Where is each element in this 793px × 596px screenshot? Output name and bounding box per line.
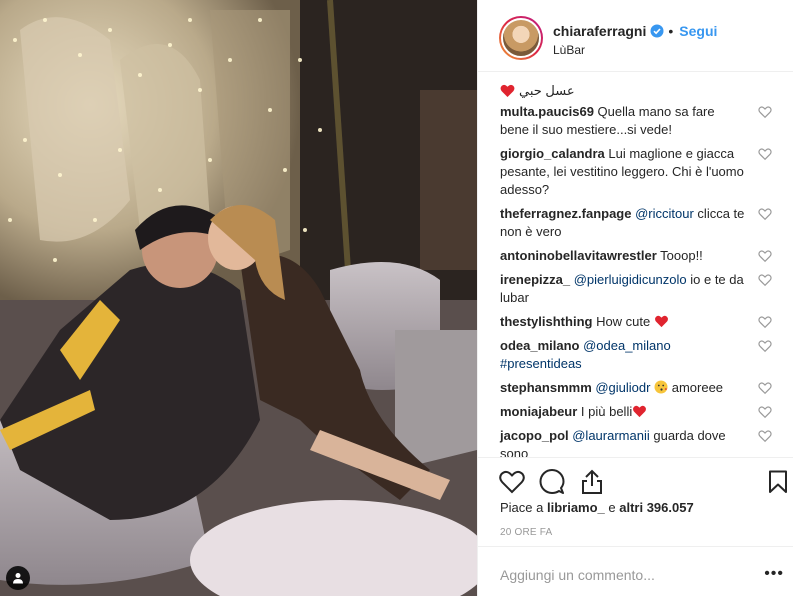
comment-item: odea_milano @odea_milano #presentideas (500, 337, 772, 373)
comment-hashtag[interactable]: #presentideas (500, 356, 582, 371)
heart-icon (499, 470, 525, 494)
avatar[interactable] (499, 16, 543, 60)
comment-item: antoninobellavitawrestler Tooop!! (500, 247, 772, 265)
more-options-button[interactable]: ••• (764, 565, 784, 583)
comment-item: moniajabeur I più belli (500, 403, 772, 421)
comment-username[interactable]: irenepizza_ (500, 272, 570, 287)
post-username[interactable]: chiaraferragni (553, 23, 646, 39)
person-icon (13, 573, 23, 584)
like-comment-heart-icon[interactable] (758, 429, 772, 443)
comment-text: I più belli (577, 404, 633, 419)
comment-mention[interactable]: @laurarmanii (569, 428, 650, 443)
comment-text: How cute (592, 314, 654, 329)
comment-username[interactable]: moniajabeur (500, 404, 577, 419)
comment-item: irenepizza_ @pierluigidicunzolo io e te … (500, 271, 772, 307)
follow-button[interactable]: Segui (679, 23, 717, 39)
comment-item: thestylishthing How cute (500, 313, 772, 331)
separator-dot: • (668, 23, 674, 39)
likes-count[interactable]: altri 396.057 (619, 500, 693, 515)
comment-username[interactable]: multa.paucis69 (500, 104, 594, 119)
post-timestamp[interactable]: 20 ORE FA (500, 527, 552, 538)
likes-prefix: Piace a (500, 500, 547, 515)
comment-username[interactable]: theferragnez.fanpage (500, 206, 631, 221)
like-comment-heart-icon[interactable] (758, 381, 772, 395)
like-comment-heart-icon[interactable] (758, 339, 772, 353)
add-comment-input[interactable]: Aggiungi un commento... (500, 567, 655, 583)
comment-text: amoreee (668, 380, 724, 395)
likes-summary: Piace a libriamo_ e altri 396.057 (500, 500, 694, 515)
like-comment-heart-icon[interactable] (758, 249, 772, 263)
comment-username[interactable]: thestylishthing (500, 314, 592, 329)
comment-username[interactable]: stephansmmm (500, 380, 592, 395)
comments-list[interactable]: عسل حبي multa.paucis69 Quella mano sa fa… (478, 73, 793, 457)
comment-mention[interactable]: @riccitour (631, 206, 694, 221)
post-image (0, 0, 477, 596)
like-comment-heart-icon[interactable] (758, 273, 772, 287)
add-comment-bar: Aggiungi un commento... ••• (478, 546, 793, 596)
like-comment-heart-icon[interactable] (758, 147, 772, 161)
comment-item: jacopo_pol @laurarmanii guarda dove sono (500, 427, 772, 457)
comment-username[interactable]: giorgio_calandra (500, 146, 605, 161)
comment-text: Tooop!! (656, 248, 703, 263)
comment-item: giorgio_calandra Lui maglione e giacca p… (500, 145, 772, 199)
red-heart-emoji-icon (633, 405, 647, 418)
like-comment-heart-icon[interactable] (758, 315, 772, 329)
comment-item: multa.paucis69 Quella mano sa fare bene … (500, 103, 772, 139)
like-comment-heart-icon[interactable] (758, 405, 772, 419)
likes-conjunction: e (604, 500, 620, 515)
post-caption: عسل حبي (500, 73, 772, 103)
post-actions-bar (478, 457, 793, 505)
comment-username[interactable]: odea_milano (500, 338, 579, 353)
kissing-face-emoji-icon (654, 380, 668, 394)
like-button[interactable] (498, 468, 526, 496)
comment-mention[interactable]: @giuliodr (592, 380, 650, 395)
liker-username[interactable]: libriamo_ (547, 500, 605, 515)
bookmark-icon (769, 470, 787, 493)
share-button[interactable] (578, 468, 606, 496)
comment-button[interactable] (538, 468, 566, 496)
comment-mention[interactable]: @pierluigidicunzolo (570, 272, 687, 287)
red-heart-emoji-icon (500, 84, 515, 97)
tagged-users-button[interactable] (6, 566, 30, 590)
speech-bubble-icon (539, 469, 565, 494)
caption-text: عسل حبي (519, 83, 575, 98)
share-upload-icon (582, 469, 602, 494)
comment-username[interactable]: antoninobellavitawrestler (500, 248, 657, 263)
comment-item: theferragnez.fanpage @riccitour clicca t… (500, 205, 772, 241)
post-sidebar: chiaraferragni • Segui LùBar عسل حبي mul… (477, 0, 793, 596)
red-heart-emoji-icon (654, 315, 668, 328)
comment-username[interactable]: jacopo_pol (500, 428, 569, 443)
comment-mention[interactable]: @odea_milano (579, 338, 671, 353)
comment-item: stephansmmm @giuliodr amoreee (500, 379, 772, 397)
post-photo[interactable] (0, 0, 477, 596)
location-link[interactable]: LùBar (553, 43, 585, 57)
post-header: chiaraferragni • Segui LùBar (478, 0, 793, 72)
save-button[interactable] (764, 468, 792, 496)
verified-badge-icon (650, 24, 664, 38)
like-comment-heart-icon[interactable] (758, 105, 772, 119)
like-comment-heart-icon[interactable] (758, 207, 772, 221)
